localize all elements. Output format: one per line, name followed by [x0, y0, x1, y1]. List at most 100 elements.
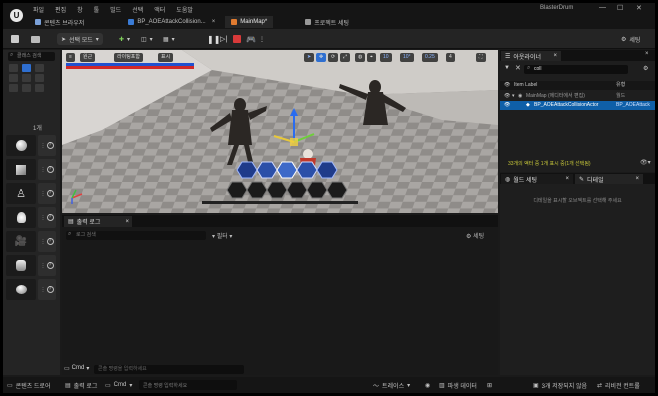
- move-tool-icon[interactable]: ✥: [316, 53, 327, 62]
- browse-button[interactable]: [31, 33, 40, 45]
- clear-search-icon[interactable]: ✕: [515, 64, 521, 72]
- view-options-icon[interactable]: 👁▾: [640, 159, 651, 166]
- tab-output-log[interactable]: ▤ 출력 로그 ×: [64, 216, 132, 227]
- visibility-icon[interactable]: 👁: [504, 92, 510, 101]
- volumes-icon[interactable]: [9, 84, 18, 92]
- camera-speed-value[interactable]: 4: [446, 53, 455, 62]
- filter-icon[interactable]: ▼: [504, 65, 510, 71]
- lit-mode-button[interactable]: 라이팅포함: [114, 53, 144, 62]
- close-icon[interactable]: ×: [125, 219, 129, 225]
- tab-details[interactable]: ✎ 디테일 ×: [575, 174, 643, 184]
- place-item-volume[interactable]: ⋮?: [6, 255, 58, 276]
- close-icon[interactable]: ×: [212, 19, 216, 25]
- viewport-options-button[interactable]: ≡: [66, 53, 75, 62]
- place-item-cube[interactable]: ⋮?: [6, 159, 58, 180]
- menu-edit[interactable]: 편집: [55, 5, 66, 14]
- stop-button[interactable]: [233, 33, 241, 45]
- settings-button[interactable]: ⚙ 세팅: [621, 33, 640, 45]
- content-drawer-button[interactable]: ▭ 콘텐츠 드로어: [7, 380, 50, 390]
- close-icon[interactable]: ×: [553, 53, 557, 59]
- settings-icon[interactable]: ⚙: [643, 65, 648, 72]
- menu-window[interactable]: 창: [77, 5, 83, 14]
- skip-button[interactable]: ▷|: [220, 33, 227, 45]
- tab-mainmap[interactable]: MainMap*: [225, 16, 274, 28]
- class-search-input[interactable]: 클래스 검색: [8, 52, 55, 61]
- rotate-tool-icon[interactable]: ⟳: [328, 53, 339, 62]
- source-icon[interactable]: ⊞: [487, 380, 492, 390]
- maximize-viewport-icon[interactable]: ⛶: [476, 53, 486, 62]
- save-button[interactable]: [11, 33, 19, 45]
- grid-snap-value[interactable]: 10: [380, 53, 392, 62]
- help-icon[interactable]: ?: [46, 238, 54, 245]
- chevron-down-icon[interactable]: ▾: [512, 92, 515, 101]
- output-log-button[interactable]: ▤ 출력 로그: [65, 380, 97, 390]
- play-options-button[interactable]: ⋮: [259, 33, 265, 45]
- trace-button[interactable]: 〜 트레이스 ▾: [373, 380, 410, 390]
- minimize-icon[interactable]: —: [599, 4, 606, 11]
- cinematics-button[interactable]: ▦ ▾: [163, 33, 175, 45]
- record-icon[interactable]: ◉: [425, 380, 430, 390]
- close-panel-icon[interactable]: ×: [645, 51, 649, 57]
- basic-icon[interactable]: [22, 64, 31, 72]
- close-icon[interactable]: ×: [635, 176, 639, 182]
- maximize-icon[interactable]: ☐: [617, 4, 623, 12]
- help-icon[interactable]: ?: [46, 262, 54, 269]
- outliner-row-selected[interactable]: 👁 ◆ BP_AOEAttackCollisionActor BP_AOEAtt…: [500, 101, 655, 110]
- menu-build[interactable]: 빌드: [110, 5, 121, 14]
- cmd-dropdown[interactable]: ▭ Cmd ▾: [105, 380, 132, 390]
- eject-button[interactable]: 🎮: [246, 33, 256, 45]
- visibility-icon[interactable]: 👁: [504, 101, 510, 110]
- menu-actor[interactable]: 액터: [154, 5, 165, 14]
- help-icon[interactable]: ?: [46, 166, 54, 173]
- scale-snap-value[interactable]: 0.25: [422, 53, 438, 62]
- tab-content-browser[interactable]: 콘텐츠 브라우저: [29, 16, 91, 28]
- world-space-icon[interactable]: ◍: [355, 53, 366, 62]
- tab-outliner[interactable]: ☰ 아웃라이너 ×: [501, 51, 561, 61]
- place-item-sphere[interactable]: ⋮?: [6, 135, 58, 156]
- cmd-dropdown[interactable]: ▭ Cmd ▾: [64, 365, 89, 372]
- tab-world-settings[interactable]: ◍ 월드 세팅 ×: [501, 174, 573, 184]
- lights-icon[interactable]: [35, 64, 44, 72]
- help-icon[interactable]: ?: [46, 190, 54, 197]
- shapes-icon[interactable]: [35, 84, 44, 92]
- filter-dropdown[interactable]: ▾ 필터 ▾: [212, 231, 232, 240]
- visibility-icon[interactable]: 👁: [504, 81, 510, 90]
- outliner-row-world[interactable]: 👁 ▾ ◉ MainMap (에디터에서 편집) 월드: [500, 92, 655, 101]
- close-window-icon[interactable]: ✕: [636, 4, 642, 12]
- all-classes-icon[interactable]: [22, 84, 31, 92]
- help-icon[interactable]: ?: [46, 286, 54, 293]
- menu-help[interactable]: 도움말: [176, 5, 193, 14]
- menu-select[interactable]: 선택: [132, 5, 143, 14]
- derived-data-button[interactable]: ▥ 파생 데이터: [439, 380, 477, 390]
- place-item-person[interactable]: ♙ ⋮?: [6, 183, 58, 204]
- tab-blueprint[interactable]: BP_AOEAttackCollision... ×: [122, 16, 222, 28]
- help-icon[interactable]: ?: [46, 142, 54, 149]
- console-input[interactable]: 콘솔 명령을 입력하세요: [94, 365, 244, 374]
- show-button[interactable]: 표시: [158, 53, 174, 62]
- tab-project-settings[interactable]: 프로젝트 세팅: [299, 16, 356, 28]
- level-viewport[interactable]: ≡ 원근 라이팅포함 표시 ➤ ✥ ⟳ ⤢ ◍ ⌖ 10 10° 0.25 4 …: [62, 50, 498, 213]
- menu-tools[interactable]: 툴: [94, 5, 100, 14]
- close-icon[interactable]: ×: [565, 176, 569, 182]
- menu-file[interactable]: 파일: [33, 5, 44, 14]
- visual-effects-icon[interactable]: [22, 74, 31, 82]
- console-input[interactable]: 콘솔 명령 입력하세요: [139, 380, 237, 390]
- pause-button[interactable]: ❚❚: [207, 33, 220, 45]
- place-item-camera[interactable]: 🎥 ⋮?: [6, 231, 58, 252]
- log-settings-button[interactable]: ⚙ 세팅: [466, 231, 484, 240]
- cinematic-icon[interactable]: [9, 74, 18, 82]
- add-content-button[interactable]: ✚ ▾: [119, 33, 130, 45]
- place-item-light[interactable]: ⋮?: [6, 207, 58, 228]
- scale-tool-icon[interactable]: ⤢: [340, 53, 351, 62]
- select-tool-icon[interactable]: ➤: [304, 53, 315, 62]
- blueprint-button[interactable]: ◫ ▾: [141, 33, 153, 45]
- place-item-shape[interactable]: ⋮?: [6, 279, 58, 300]
- recent-icon[interactable]: [9, 64, 18, 72]
- surface-snap-icon[interactable]: ⌖: [367, 53, 376, 62]
- unreal-logo-icon[interactable]: U: [10, 9, 23, 22]
- log-search-input[interactable]: 로그 검색: [66, 231, 206, 240]
- geometry-icon[interactable]: [35, 74, 44, 82]
- perspective-button[interactable]: 원근: [80, 53, 96, 62]
- rotation-snap-value[interactable]: 10°: [400, 53, 414, 62]
- mode-select-button[interactable]: ➤ 선택 모드 ▾: [57, 33, 103, 45]
